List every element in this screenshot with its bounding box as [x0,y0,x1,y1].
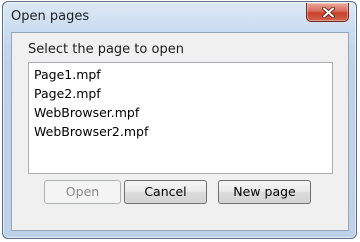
title-bar[interactable]: Open pages [3,2,356,32]
cancel-button[interactable]: Cancel [124,180,207,204]
close-icon [322,7,335,18]
new-page-button[interactable]: New page [218,180,311,204]
page-listbox[interactable]: Page1.mpf Page2.mpf WebBrowser.mpf WebBr… [28,62,333,174]
open-button[interactable]: Open [44,180,121,204]
dialog-body: Select the page to open Page1.mpf Page2.… [11,32,349,231]
select-page-label: Select the page to open [28,42,184,57]
list-item-page1[interactable]: Page1.mpf [34,65,332,84]
list-item-webbrowser2[interactable]: WebBrowser2.mpf [34,122,332,141]
window-title: Open pages [11,9,90,24]
open-pages-dialog: Open pages Select the page to open Page1… [2,1,357,239]
list-item-webbrowser[interactable]: WebBrowser.mpf [34,103,332,122]
close-button[interactable] [306,3,349,22]
list-item-page2[interactable]: Page2.mpf [34,84,332,103]
